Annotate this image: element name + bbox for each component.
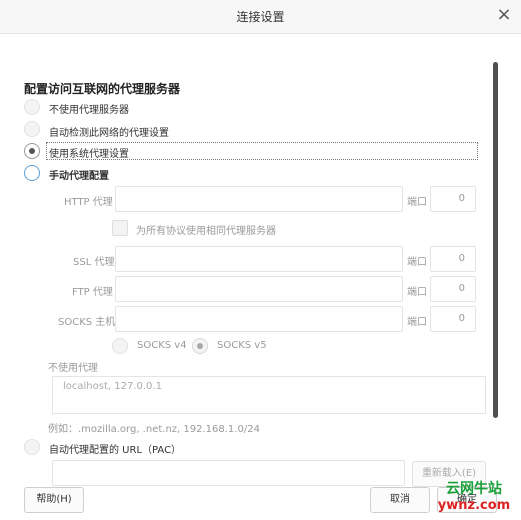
ftp-proxy-label: FTP 代理 [72, 287, 113, 298]
dialog-titlebar: 连接设置 × [0, 0, 521, 34]
ssl-port-label: 端口 [407, 257, 427, 268]
section-title: 配置访问互联网的代理服务器 [24, 82, 181, 96]
help-button[interactable]: 帮助(H) [24, 487, 84, 513]
pac-url-input[interactable] [52, 460, 405, 486]
http-proxy-label: HTTP 代理 [64, 197, 113, 208]
watermark-line2: ywnz.com [437, 498, 511, 513]
http-port-input[interactable]: 0 [430, 186, 476, 212]
radio-socks-v5[interactable] [192, 338, 208, 354]
ssl-proxy-input[interactable] [115, 246, 403, 272]
same-proxy-checkbox[interactable] [112, 220, 128, 236]
site-watermark: 云网牛站 ywnz.com [428, 480, 520, 518]
http-proxy-input[interactable] [115, 186, 403, 212]
label-system-proxy: 使用系统代理设置 [49, 149, 129, 160]
label-no-proxy: 不使用代理服务器 [49, 105, 129, 116]
no-proxy-textarea[interactable]: localhost, 127.0.0.1 [52, 376, 486, 414]
socks-host-input[interactable] [115, 306, 403, 332]
watermark-line1: 云网牛站 [446, 481, 502, 497]
close-icon[interactable]: × [493, 4, 515, 26]
no-proxy-example: 例如：.mozilla.org, .net.nz, 192.168.1.0/24 [48, 424, 260, 435]
ssl-proxy-label: SSL 代理 [73, 257, 115, 268]
socks-v4-label: SOCKS v4 [137, 340, 187, 351]
socks-port-label: 端口 [407, 317, 427, 328]
label-auto-detect: 自动检测此网络的代理设置 [49, 128, 169, 139]
socks-v5-label: SOCKS v5 [217, 340, 267, 351]
cancel-button[interactable]: 取消 [370, 487, 430, 513]
radio-socks-v4[interactable] [112, 338, 128, 354]
scrollbar-thumb[interactable] [493, 62, 498, 418]
label-manual-proxy: 手动代理配置 [49, 171, 109, 182]
ftp-port-label: 端口 [407, 287, 427, 298]
radio-pac[interactable] [24, 439, 40, 455]
same-proxy-label: 为所有协议使用相同代理服务器 [136, 226, 276, 237]
ftp-proxy-input[interactable] [115, 276, 403, 302]
radio-auto-detect[interactable] [24, 121, 40, 137]
radio-no-proxy[interactable] [24, 99, 40, 115]
no-proxy-label: 不使用代理 [48, 363, 98, 374]
dialog-title: 连接设置 [236, 10, 285, 24]
socks-host-label: SOCKS 主机 [58, 317, 116, 328]
socks-port-input[interactable]: 0 [430, 306, 476, 332]
http-port-label: 端口 [407, 197, 427, 208]
radio-manual-proxy[interactable] [24, 165, 40, 181]
ssl-port-input[interactable]: 0 [430, 246, 476, 272]
radio-system-proxy[interactable] [24, 143, 40, 159]
pac-label: 自动代理配置的 URL（PAC） [49, 445, 182, 456]
ftp-port-input[interactable]: 0 [430, 276, 476, 302]
